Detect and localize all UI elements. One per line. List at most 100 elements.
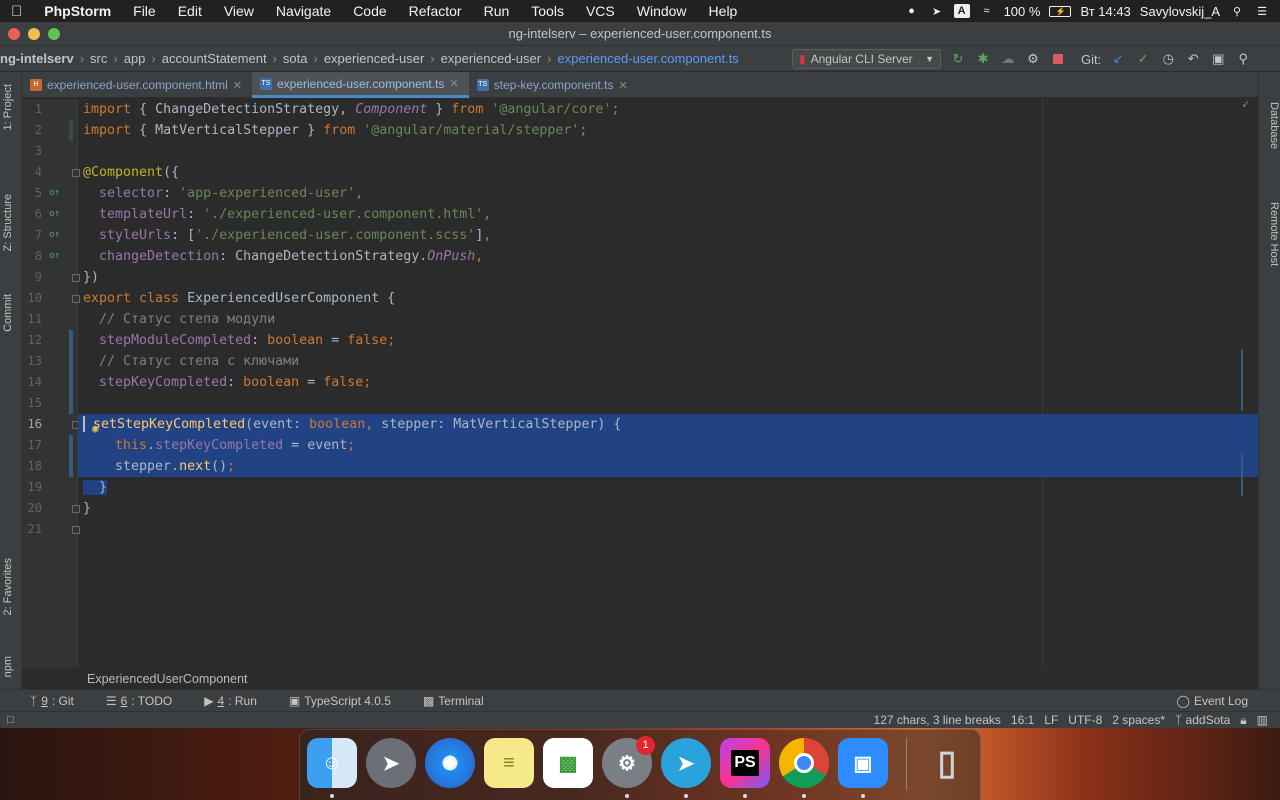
npm-toolwindow-button[interactable]: npm	[2, 656, 20, 677]
minimize-window-button[interactable]	[28, 28, 40, 40]
user-name[interactable]: Savylovskij_A	[1140, 4, 1220, 19]
rollback-icon[interactable]: ↶	[1185, 51, 1201, 67]
telegram-icon[interactable]: ➤	[661, 738, 711, 788]
vcs-change-marker[interactable]	[69, 435, 73, 477]
menu-view[interactable]: View	[213, 3, 265, 19]
database-toolwindow-button[interactable]: Database	[1262, 102, 1280, 149]
implemented-marker-icon[interactable]: o↑	[49, 251, 60, 261]
phpstorm-icon[interactable]: PS	[720, 738, 770, 788]
terminal-toolwindow-button[interactable]: ▩ Terminal	[401, 694, 494, 708]
finder-icon[interactable]: ☺	[307, 738, 357, 788]
tab-step-key[interactable]: TS step-key.component.ts ✕	[469, 72, 638, 98]
vcs-change-marker[interactable]	[69, 120, 73, 141]
menu-vcs[interactable]: VCS	[575, 3, 626, 19]
line-separator[interactable]: LF	[1044, 713, 1058, 727]
project-toolwindow-button[interactable]: 1: Project	[2, 84, 20, 130]
menu-tools[interactable]: Tools	[520, 3, 575, 19]
zoom-icon[interactable]: ▣	[838, 738, 888, 788]
nav-crumb-src[interactable]: src	[86, 51, 111, 66]
nav-crumb-app[interactable]: app	[120, 51, 150, 66]
breadcrumb-class[interactable]: ExperiencedUserComponent	[87, 672, 248, 686]
indent-setting[interactable]: 2 spaces*	[1112, 713, 1165, 727]
implemented-marker-icon[interactable]: o↑	[49, 188, 60, 198]
nav-crumb-project[interactable]: ng-intelserv	[0, 51, 78, 66]
event-log-button[interactable]: ◯ Event Log	[1177, 694, 1248, 708]
left-tool-strip: 1: Project Z: Structure Commit 2: Favori…	[0, 72, 22, 692]
menu-app-name[interactable]: PhpStorm	[33, 3, 122, 19]
layout-icon[interactable]: ▣	[1210, 51, 1226, 67]
numbers-icon[interactable]: ▩	[543, 738, 593, 788]
implemented-marker-icon[interactable]: o↑	[49, 209, 60, 219]
code-area[interactable]: import { ChangeDetectionStrategy, Compon…	[78, 99, 1258, 667]
safari-icon[interactable]: ✦	[425, 738, 475, 788]
structure-toolwindow-button[interactable]: Z: Structure	[2, 194, 20, 251]
battery-icon[interactable]: ⚡	[1049, 5, 1072, 17]
chrome-icon[interactable]	[779, 738, 829, 788]
history-icon[interactable]: ◷	[1160, 51, 1176, 67]
telegram-status-icon[interactable]: ➤	[929, 4, 945, 18]
menu-navigate[interactable]: Navigate	[265, 3, 342, 19]
rerun-icon[interactable]: ↻	[950, 51, 966, 67]
git-commit-icon[interactable]: ✓	[1135, 51, 1151, 67]
wifi-icon[interactable]: ≈	[979, 4, 995, 18]
selection-info[interactable]: 127 chars, 3 line breaks	[874, 713, 1001, 727]
zoom-window-button[interactable]	[48, 28, 60, 40]
close-tab-icon[interactable]: ✕	[619, 79, 628, 92]
notification-center-icon[interactable]: ☰	[1254, 4, 1270, 18]
menu-code[interactable]: Code	[342, 3, 397, 19]
apple-icon[interactable]: 	[0, 3, 33, 20]
close-tab-icon[interactable]: ✕	[233, 79, 242, 92]
run-configuration-select[interactable]: ▮ Angular CLI Server ▼	[792, 49, 941, 69]
error-stripe[interactable]: ✓	[1240, 97, 1252, 667]
menu-refactor[interactable]: Refactor	[398, 3, 473, 19]
profile-icon[interactable]: ⚙	[1025, 51, 1041, 67]
nav-crumb-accountstatement[interactable]: accountStatement	[158, 51, 271, 66]
commit-toolwindow-button[interactable]: Commit	[2, 294, 20, 332]
menu-window[interactable]: Window	[626, 3, 698, 19]
menu-run[interactable]: Run	[473, 3, 521, 19]
editor-gutter[interactable]: 1 2 3 4 5 6 7 8 9 10 11 12 13 14 15 16 1…	[22, 99, 80, 667]
search-everywhere-icon[interactable]: ⚲	[1235, 51, 1251, 67]
code-line: selector: 'app-experienced-user',	[99, 186, 364, 201]
trash-icon[interactable]: ▯	[922, 738, 972, 788]
lock-icon[interactable]: 🔒︎	[1240, 713, 1246, 728]
launchpad-icon[interactable]: ➤	[366, 738, 416, 788]
code-editor[interactable]: 1 2 3 4 5 6 7 8 9 10 11 12 13 14 15 16 1…	[22, 97, 1258, 667]
nav-crumb-experienced-user[interactable]: experienced-user	[320, 51, 428, 66]
remote-host-toolwindow-button[interactable]: Remote Host	[1262, 202, 1280, 266]
nav-crumb-experienced-user-2[interactable]: experienced-user	[437, 51, 545, 66]
file-encoding[interactable]: UTF-8	[1068, 713, 1102, 727]
input-source-icon[interactable]: A	[953, 4, 970, 18]
menu-file[interactable]: File	[122, 3, 167, 19]
run-toolwindow-button[interactable]: ▶ 4: Run	[182, 694, 267, 708]
editor-breadcrumb[interactable]: ExperiencedUserComponent	[22, 667, 1258, 689]
menu-edit[interactable]: Edit	[167, 3, 213, 19]
close-tab-icon[interactable]: ✕	[449, 77, 458, 90]
coverage-icon[interactable]: ☁	[1000, 51, 1016, 67]
stop-icon[interactable]	[1050, 51, 1066, 67]
todo-toolwindow-button[interactable]: ☰ 6: TODO	[84, 694, 182, 708]
nav-crumb-file[interactable]: experienced-user.component.ts	[553, 51, 742, 66]
favorites-toolwindow-button[interactable]: 2: Favorites	[2, 558, 20, 615]
vcs-change-marker[interactable]	[69, 330, 73, 414]
typescript-toolwindow-button[interactable]: ▣ TypeScript 4.0.5	[267, 694, 401, 708]
lightbulb-icon[interactable]: ◉	[92, 422, 99, 435]
caret-position[interactable]: 16:1	[1011, 713, 1034, 727]
toggle-toolwindows-icon[interactable]: □	[7, 714, 14, 726]
tab-html[interactable]: H experienced-user.component.html ✕	[22, 72, 252, 98]
implemented-marker-icon[interactable]: o↑	[49, 230, 60, 240]
notes-icon[interactable]: ≡	[484, 738, 534, 788]
git-toolwindow-button[interactable]: ᛉ9: Git	[0, 694, 84, 708]
menu-help[interactable]: Help	[698, 3, 749, 19]
camera-icon[interactable]: ●	[904, 4, 920, 18]
clock[interactable]: Вт 14:43	[1080, 4, 1130, 19]
close-window-button[interactable]	[8, 28, 20, 40]
tab-ts-active[interactable]: TS experienced-user.component.ts ✕	[252, 72, 469, 98]
memory-indicator-icon[interactable]: ▥	[1257, 713, 1268, 727]
spotlight-search-icon[interactable]: ⚲	[1229, 4, 1245, 18]
nav-crumb-sota[interactable]: sota	[279, 51, 312, 66]
line-number: 6	[34, 207, 42, 221]
git-branch[interactable]: ᛉ addSota	[1175, 713, 1230, 727]
git-update-icon[interactable]: ↙	[1110, 51, 1126, 67]
debug-icon[interactable]: ✱	[975, 51, 991, 67]
